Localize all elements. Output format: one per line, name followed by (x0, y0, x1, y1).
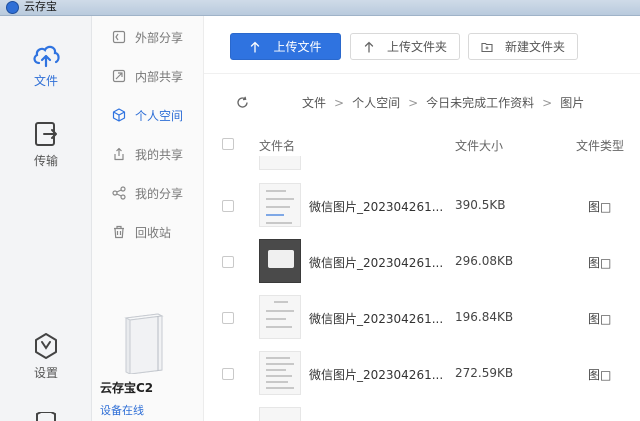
sidebar-label-recycle-bin: 回收站 (135, 225, 172, 240)
title-bar: 云存宝 (0, 0, 640, 16)
rail-item-files[interactable]: 文件 (0, 42, 92, 89)
row-checkbox[interactable] (222, 256, 234, 268)
new-folder-label: 新建文件夹 (504, 40, 565, 54)
upload-folder-label: 上传文件夹 (386, 40, 447, 54)
image-thumbnail (259, 183, 301, 227)
breadcrumb-item-images[interactable]: 图片 (560, 94, 584, 111)
file-type: 图□ (588, 256, 612, 270)
sidebar-item-internal-share[interactable]: 内部共享 (112, 66, 183, 86)
settings-icon (35, 333, 57, 359)
table-row[interactable]: 微信图片_202304261... 196.84KB 图□ (204, 291, 640, 347)
row-checkbox[interactable] (222, 200, 234, 212)
breadcrumb-separator: > (408, 95, 419, 110)
external-share-icon (112, 30, 126, 44)
rail-item-settings[interactable]: 设置 (0, 332, 92, 381)
my-share-icon (114, 147, 124, 161)
folder-plus-icon (481, 42, 493, 52)
thumbnail-partial-bottom (259, 407, 301, 421)
file-type: 图□ (588, 312, 612, 326)
sidebar-label-personal-space: 个人空间 (135, 108, 184, 123)
file-size: 196.84KB (455, 310, 514, 324)
thumbnail-partial-top (259, 156, 301, 170)
app-logo-icon (6, 1, 19, 14)
column-header-name[interactable]: 文件名 (259, 137, 295, 154)
file-name[interactable]: 微信图片_202304261... (309, 254, 443, 271)
main-panel: 上传文件 上传文件夹 新建文件夹 文件 > 个人空间 > 今日未完成工作资料 >… (204, 16, 640, 421)
upload-folder-icon (364, 41, 374, 53)
table-row[interactable]: 微信图片_202304261... 272.59KB 图□ (204, 347, 640, 403)
file-name[interactable]: 微信图片_202304261... (309, 198, 443, 215)
sidebar-label-my-share: 我的分享 (135, 186, 184, 201)
breadcrumb-separator: > (334, 95, 345, 110)
file-size: 296.08KB (455, 254, 514, 268)
table-row[interactable]: 微信图片_202304261... 296.08KB 图□ (204, 235, 640, 291)
share-nodes-icon (112, 186, 126, 200)
file-type: 图□ (588, 200, 612, 214)
file-type: 图□ (588, 368, 612, 382)
image-thumbnail (259, 351, 301, 395)
sidebar-item-my-share[interactable]: 我的分享 (112, 183, 183, 203)
cloud-icon (33, 45, 60, 68)
table-row[interactable]: 微信图片_202304261... 390.5KB 图□ (204, 179, 640, 235)
trash-icon (114, 225, 124, 239)
breadcrumb: 文件 > 个人空间 > 今日未完成工作资料 > 图片 (302, 94, 584, 111)
left-rail: 文件 传输 设置 (0, 16, 92, 421)
upload-folder-button[interactable]: 上传文件夹 (350, 33, 460, 60)
sidebar: 外部分享 内部共享 个人空间 我的共享 我的分享 回收站 云存宝C2 设备在线 (92, 16, 204, 421)
rail-item-partial[interactable] (0, 412, 92, 421)
sidebar-item-my-shared[interactable]: 我的共享 (112, 144, 183, 164)
toolbar: 上传文件 上传文件夹 新建文件夹 (204, 16, 640, 74)
device-name: 云存宝C2 (100, 381, 154, 395)
window-title: 云存宝 (24, 0, 57, 13)
column-header-size[interactable]: 文件大小 (455, 137, 503, 154)
upload-file-label: 上传文件 (273, 40, 322, 54)
image-thumbnail (259, 239, 301, 283)
row-checkbox[interactable] (222, 312, 234, 324)
file-size: 272.59KB (455, 366, 514, 380)
select-all-checkbox[interactable] (222, 138, 234, 150)
sidebar-label-my-shared: 我的共享 (135, 147, 184, 162)
rail-label-files: 文件 (33, 74, 58, 88)
breadcrumb-item-folder[interactable]: 今日未完成工作资料 (426, 94, 534, 111)
device-image (124, 313, 164, 374)
device-icon (36, 412, 56, 421)
refresh-icon[interactable] (236, 96, 249, 109)
rail-item-transfer[interactable]: 传输 (0, 120, 92, 169)
transfer-icon (35, 122, 57, 146)
breadcrumb-item-files[interactable]: 文件 (302, 94, 326, 111)
cube-icon (112, 108, 126, 122)
row-checkbox[interactable] (222, 368, 234, 380)
file-size: 390.5KB (455, 198, 506, 212)
internal-share-icon (112, 69, 126, 83)
device-status: 设备在线 (100, 404, 144, 417)
upload-file-button[interactable]: 上传文件 (230, 33, 341, 60)
rail-label-transfer: 传输 (33, 154, 58, 168)
sidebar-item-external-share[interactable]: 外部分享 (112, 27, 183, 47)
column-header-type[interactable]: 文件类型 (576, 137, 624, 154)
sidebar-item-personal-space[interactable]: 个人空间 (112, 105, 183, 125)
upload-icon (251, 41, 260, 53)
breadcrumb-item-personal-space[interactable]: 个人空间 (352, 94, 400, 111)
breadcrumb-separator: > (542, 95, 553, 110)
sidebar-item-recycle-bin[interactable]: 回收站 (112, 222, 171, 242)
sidebar-label-external-share: 外部分享 (135, 30, 184, 45)
rail-label-settings: 设置 (33, 366, 58, 380)
file-name[interactable]: 微信图片_202304261... (309, 366, 443, 383)
new-folder-button[interactable]: 新建文件夹 (468, 33, 578, 60)
file-name[interactable]: 微信图片_202304261... (309, 310, 443, 327)
sidebar-label-internal-share: 内部共享 (135, 69, 184, 84)
image-thumbnail (259, 295, 301, 339)
